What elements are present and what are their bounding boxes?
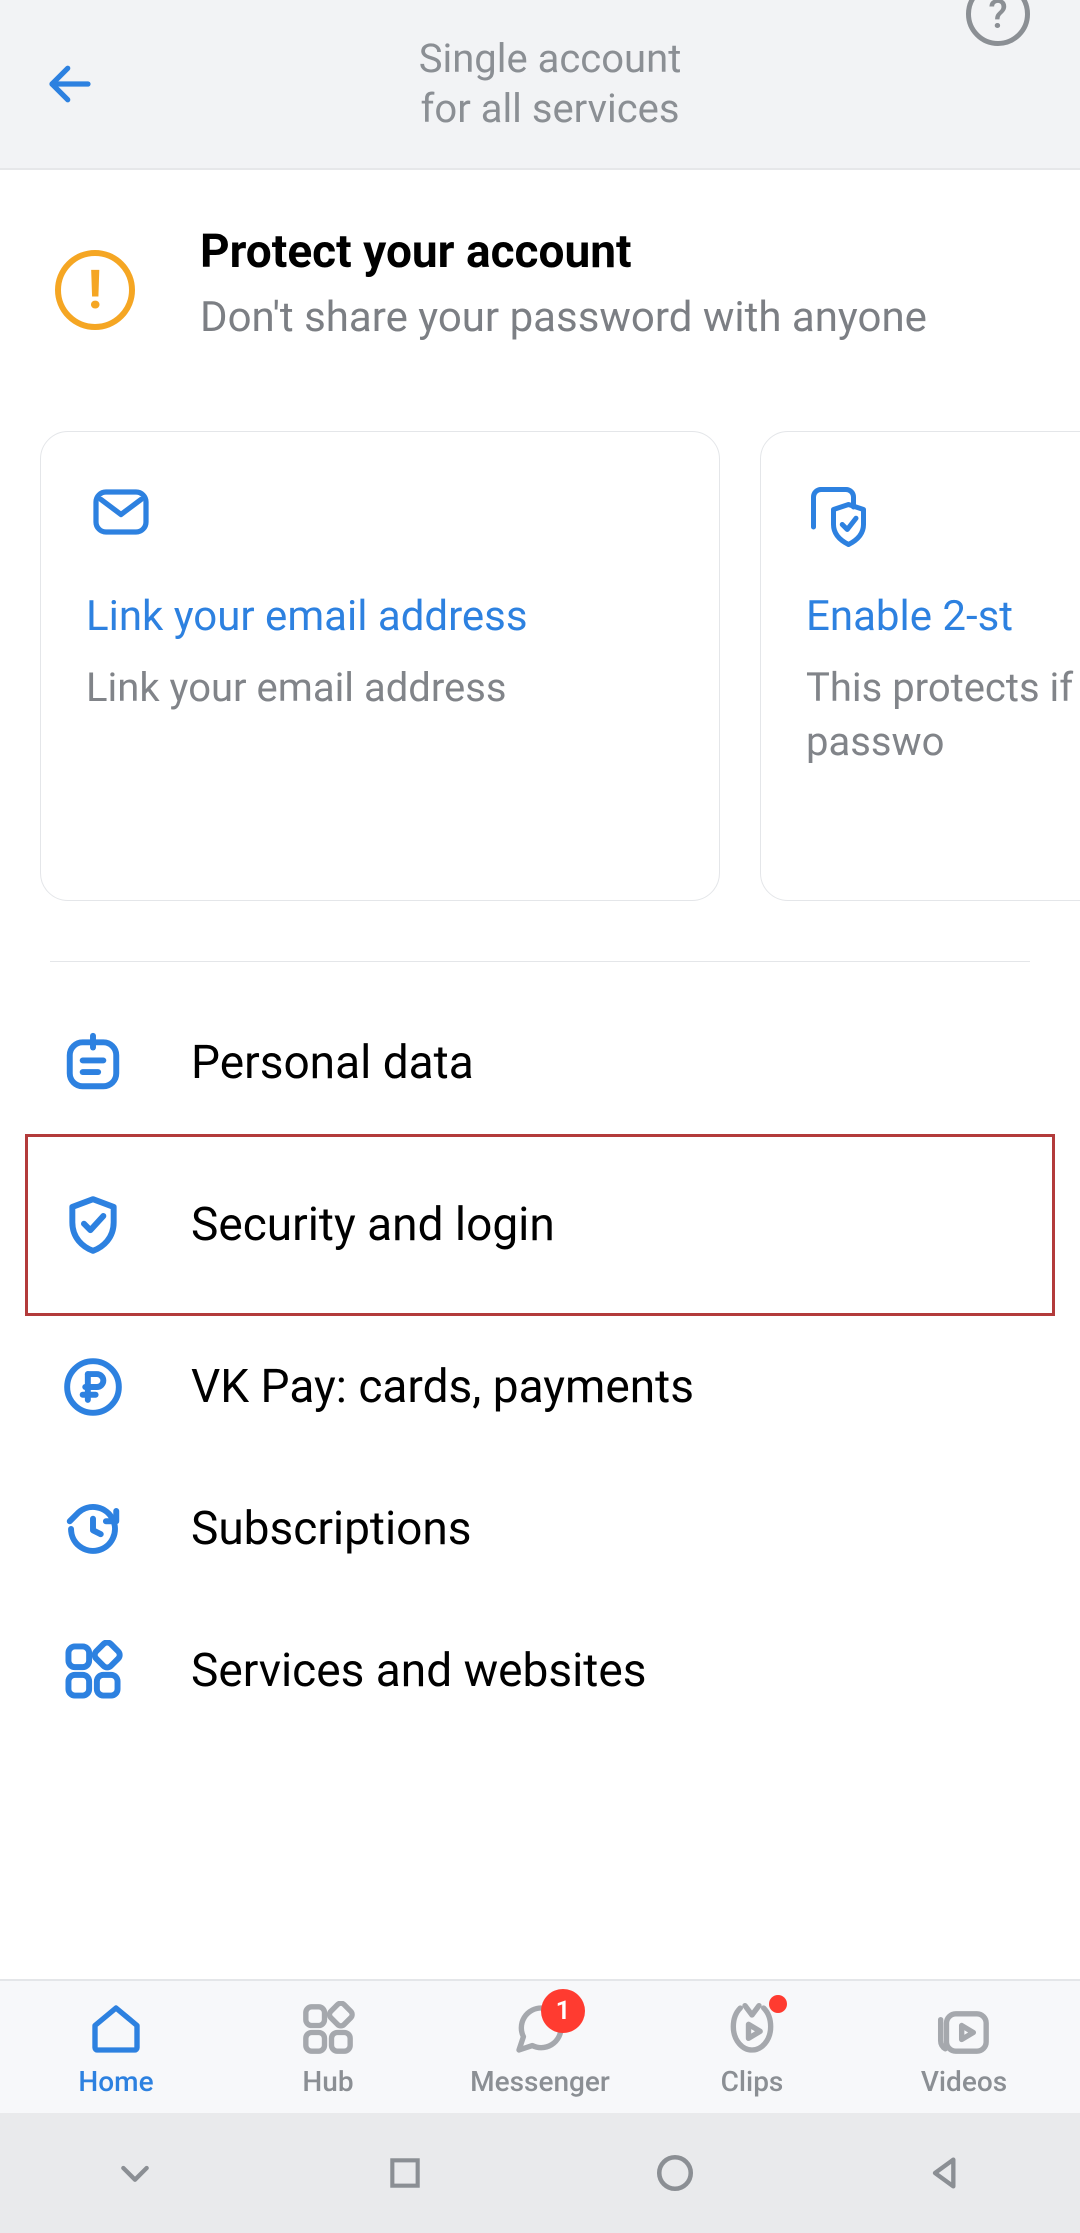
question-icon: ? xyxy=(988,0,1007,38)
card-link-email[interactable]: Link your email address Link your email … xyxy=(40,431,720,901)
bottom-nav: Home Hub 1 Messenger Clips Vide xyxy=(0,1979,1080,2113)
sys-back-button[interactable] xyxy=(922,2150,968,2196)
nav-label: Messenger xyxy=(470,2065,610,2098)
system-nav-bar xyxy=(0,2113,1080,2233)
sys-home-button[interactable] xyxy=(652,2150,698,2196)
card-subtitle: This protects if someone g your passwo xyxy=(806,661,1080,769)
card-title: Link your email address xyxy=(86,592,679,641)
settings-item-services-websites[interactable]: Services and websites xyxy=(25,1600,1055,1742)
settings-item-label: VK Pay: cards, payments xyxy=(191,1360,694,1414)
settings-item-personal-data[interactable]: Personal data xyxy=(25,992,1055,1134)
apps-icon xyxy=(60,1638,126,1704)
header: Single account for all services ? xyxy=(0,0,1080,170)
settings-item-subscriptions[interactable]: Subscriptions xyxy=(25,1458,1055,1600)
hub-icon xyxy=(300,2001,356,2057)
nav-home[interactable]: Home xyxy=(11,2001,221,2098)
settings-item-security-login[interactable]: Security and login xyxy=(25,1134,1055,1316)
page-title: Single account for all services xyxy=(60,34,1040,134)
red-dot-indicator xyxy=(769,1995,787,2013)
nav-clips[interactable]: Clips xyxy=(647,2001,857,2098)
protect-title: Protect your account xyxy=(200,225,1040,279)
settings-item-label: Services and websites xyxy=(191,1644,646,1698)
videos-icon xyxy=(936,2001,992,2057)
divider xyxy=(50,961,1030,963)
protect-subtitle: Don't share your password with anyone xyxy=(200,291,1040,346)
nav-label: Home xyxy=(78,2065,153,2098)
nav-label: Videos xyxy=(921,2065,1007,2098)
shield-icon xyxy=(60,1192,126,1258)
clock-refresh-icon xyxy=(60,1496,126,1562)
settings-list: Personal data Security and login VK Pay:… xyxy=(0,992,1080,1942)
sys-stop-button[interactable] xyxy=(382,2150,428,2196)
cards-row: Link your email address Link your email … xyxy=(0,401,1080,961)
settings-item-label: Security and login xyxy=(191,1198,555,1252)
messenger-badge: 1 xyxy=(541,1989,585,2033)
sys-recent-button[interactable] xyxy=(112,2150,158,2196)
shield-check-stack-icon xyxy=(806,482,876,552)
chevron-down-icon xyxy=(115,2153,155,2193)
settings-item-label: Subscriptions xyxy=(191,1502,472,1556)
protect-banner: ! Protect your account Don't share your … xyxy=(0,170,1080,401)
nav-label: Clips xyxy=(721,2065,784,2098)
card-title: Enable 2-st xyxy=(806,592,1080,641)
card-enable-2fa[interactable]: Enable 2-st This protects if someone g y… xyxy=(760,431,1080,901)
settings-item-vk-pay[interactable]: VK Pay: cards, payments xyxy=(25,1316,1055,1458)
mail-icon xyxy=(86,482,156,552)
nav-messenger[interactable]: 1 Messenger xyxy=(435,2001,645,2098)
card-subtitle: Link your email address xyxy=(86,661,679,715)
personal-data-icon xyxy=(60,1030,126,1096)
nav-videos[interactable]: Videos xyxy=(859,2001,1069,2098)
nav-hub[interactable]: Hub xyxy=(223,2001,433,2098)
warning-icon: ! xyxy=(55,250,135,330)
circle-icon xyxy=(654,2152,696,2194)
page-title-line1: Single account xyxy=(419,35,682,82)
page-title-line2: for all services xyxy=(421,85,680,132)
square-icon xyxy=(386,2154,424,2192)
nav-label: Hub xyxy=(302,2065,353,2098)
ruble-icon xyxy=(60,1354,126,1420)
settings-item-label: Personal data xyxy=(191,1036,474,1090)
triangle-left-icon xyxy=(925,2153,965,2193)
home-icon xyxy=(88,2001,144,2057)
